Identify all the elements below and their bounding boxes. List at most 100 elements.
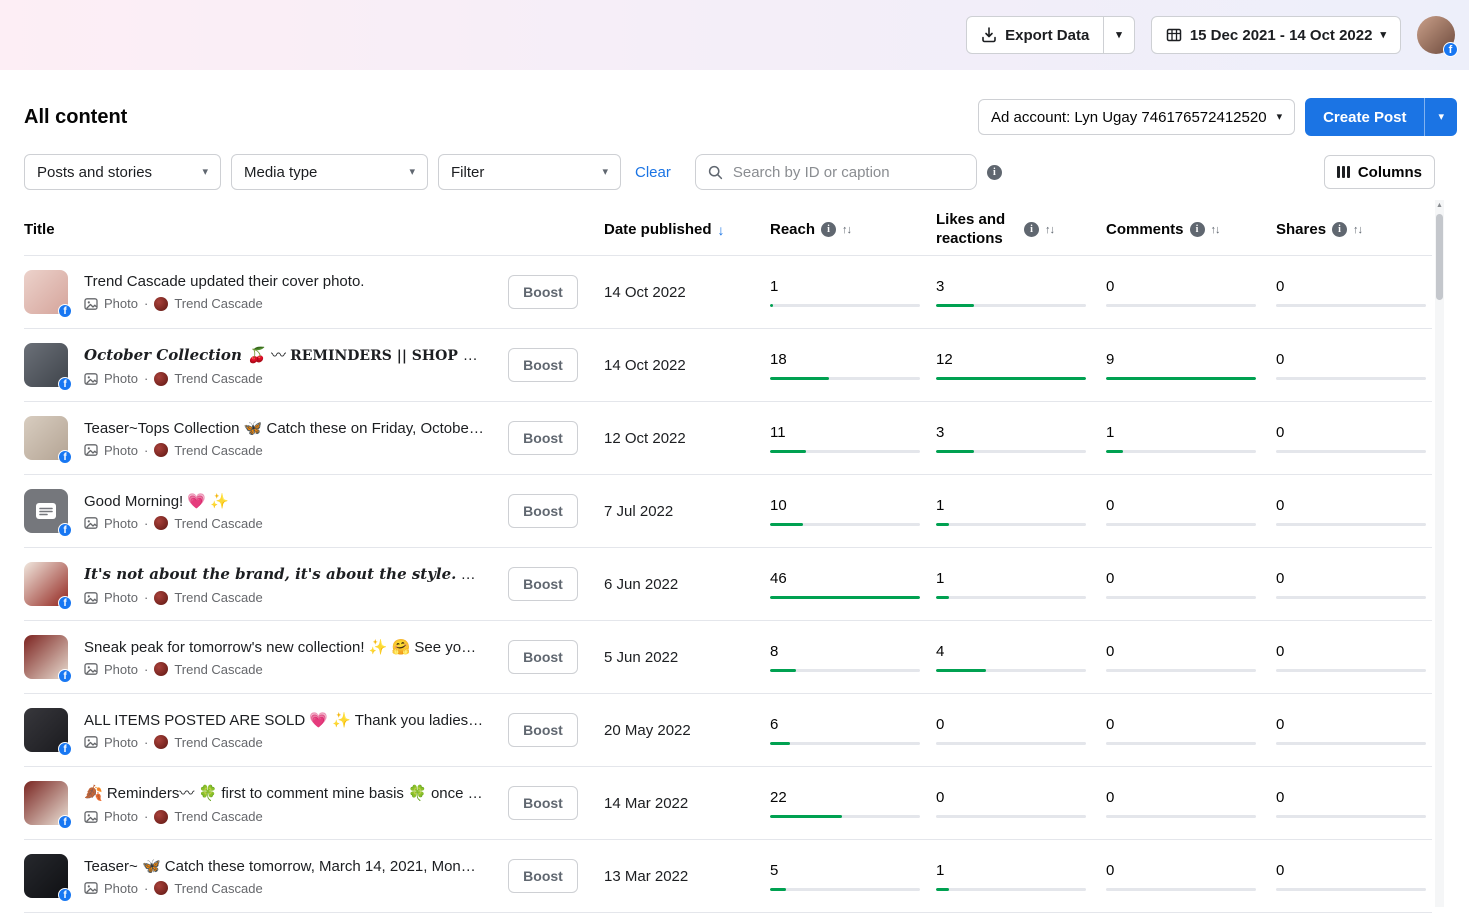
column-header-shares[interactable]: Shares i ↑↓ bbox=[1276, 221, 1432, 238]
ad-account-dropdown[interactable]: Ad account: Lyn Ugay 746176572412520 ▾ bbox=[978, 99, 1295, 135]
post-thumbnail[interactable]: f bbox=[24, 416, 68, 460]
post-account-label[interactable]: Trend Cascade bbox=[174, 735, 262, 750]
column-header-likes[interactable]: Likes and reactions i ↑↓ bbox=[936, 211, 1106, 249]
boost-button[interactable]: Boost bbox=[508, 640, 578, 674]
info-icon[interactable]: i bbox=[1190, 222, 1205, 237]
profile-avatar[interactable]: f bbox=[1417, 16, 1455, 54]
post-account-label[interactable]: Trend Cascade bbox=[174, 590, 262, 605]
chevron-down-icon: ▾ bbox=[409, 167, 415, 178]
info-icon[interactable]: i bbox=[1024, 222, 1039, 237]
post-thumbnail[interactable]: f bbox=[24, 781, 68, 825]
metric-cell-shares: 0 bbox=[1276, 424, 1432, 453]
post-account-label[interactable]: Trend Cascade bbox=[174, 881, 262, 896]
metric-cell-likes: 1 bbox=[936, 570, 1106, 599]
post-thumbnail[interactable]: f bbox=[24, 635, 68, 679]
metric-cell-shares: 0 bbox=[1276, 351, 1432, 380]
metric-value: 0 bbox=[1276, 643, 1432, 660]
boost-button[interactable]: Boost bbox=[508, 421, 578, 455]
boost-button[interactable]: Boost bbox=[508, 348, 578, 382]
column-header-date[interactable]: Date published ↓ bbox=[604, 221, 770, 238]
info-icon[interactable]: i bbox=[821, 222, 836, 237]
post-account-label[interactable]: Trend Cascade bbox=[174, 371, 262, 386]
metric-bar-fill bbox=[1106, 450, 1123, 453]
post-title[interactable]: 🍂 Reminders〰 🍀 first to comment mine bas… bbox=[84, 782, 484, 803]
filter-dropdown[interactable]: Filter ▾ bbox=[438, 154, 621, 190]
create-post-button[interactable]: Create Post bbox=[1305, 98, 1424, 136]
post-thumbnail[interactable]: f bbox=[24, 708, 68, 752]
export-data-button[interactable]: Export Data bbox=[967, 17, 1103, 53]
post-title[interactable]: It's not about the brand, it's about the… bbox=[84, 563, 484, 584]
info-icon[interactable]: i bbox=[1332, 222, 1347, 237]
columns-button[interactable]: Columns bbox=[1324, 155, 1435, 189]
post-title[interactable]: ALL ITEMS POSTED ARE SOLD 💗 ✨ Thank you … bbox=[84, 711, 484, 729]
boost-button[interactable]: Boost bbox=[508, 494, 578, 528]
post-type-label: Photo bbox=[104, 371, 138, 386]
title-cell: f October Collection 🍒 〰 REMINDERS || SH… bbox=[24, 343, 508, 387]
scrollbar[interactable]: ▲ bbox=[1435, 200, 1444, 907]
metric-bar-track bbox=[936, 815, 1086, 818]
metric-cell-likes: 1 bbox=[936, 862, 1106, 891]
metric-cell-comments: 0 bbox=[1106, 570, 1276, 599]
metric-cell-comments: 0 bbox=[1106, 643, 1276, 672]
scroll-up-icon[interactable]: ▲ bbox=[1435, 202, 1444, 209]
info-icon[interactable]: i bbox=[987, 165, 1002, 180]
boost-button[interactable]: Boost bbox=[508, 859, 578, 893]
metric-bar-track bbox=[770, 888, 920, 891]
boost-button[interactable]: Boost bbox=[508, 713, 578, 747]
scrollbar-thumb[interactable] bbox=[1436, 214, 1443, 300]
sort-icon[interactable]: ↑↓ bbox=[1353, 224, 1362, 236]
post-thumbnail[interactable]: f bbox=[24, 489, 68, 533]
post-title[interactable]: Trend Cascade updated their cover photo. bbox=[84, 273, 364, 290]
metric-value: 0 bbox=[1276, 570, 1432, 587]
metric-bar-track bbox=[936, 742, 1086, 745]
column-header-comments[interactable]: Comments i ↑↓ bbox=[1106, 221, 1276, 238]
column-header-title[interactable]: Title bbox=[24, 221, 508, 238]
clear-filters-link[interactable]: Clear bbox=[635, 164, 671, 181]
search-input[interactable] bbox=[731, 163, 964, 182]
boost-button[interactable]: Boost bbox=[508, 786, 578, 820]
post-title[interactable]: Teaser~Tops Collection 🦋 Catch these on … bbox=[84, 419, 484, 437]
export-options-button[interactable]: ▾ bbox=[1103, 17, 1134, 53]
boost-cell: Boost bbox=[508, 567, 604, 601]
post-thumbnail[interactable]: f bbox=[24, 562, 68, 606]
post-title[interactable]: Teaser~ 🦋 Catch these tomorrow, March 14… bbox=[84, 857, 484, 875]
post-account-label[interactable]: Trend Cascade bbox=[174, 809, 262, 824]
sort-icon[interactable]: ↑↓ bbox=[1045, 224, 1054, 236]
boost-button[interactable]: Boost bbox=[508, 275, 578, 309]
post-thumbnail[interactable]: f bbox=[24, 343, 68, 387]
chevron-down-icon: ▾ bbox=[1277, 112, 1283, 123]
metric-bar-track bbox=[1276, 377, 1426, 380]
metric-bar-track bbox=[936, 377, 1086, 380]
post-account-label[interactable]: Trend Cascade bbox=[174, 516, 262, 531]
boost-cell: Boost bbox=[508, 494, 604, 528]
post-title[interactable]: October Collection 🍒 〰 REMINDERS || SHOP… bbox=[84, 344, 484, 365]
metric-value: 0 bbox=[1276, 497, 1432, 514]
post-thumbnail[interactable]: f bbox=[24, 270, 68, 314]
boost-button[interactable]: Boost bbox=[508, 567, 578, 601]
post-title[interactable]: Sneak peak for tomorrow's new collection… bbox=[84, 638, 484, 656]
metric-value: 10 bbox=[770, 497, 936, 514]
post-title[interactable]: Good Morning! 💗 ✨ bbox=[84, 492, 263, 510]
post-thumbnail[interactable]: f bbox=[24, 854, 68, 898]
date-range-button[interactable]: 15 Dec 2021 - 14 Oct 2022 ▾ bbox=[1151, 16, 1401, 54]
metric-value: 3 bbox=[936, 424, 1106, 441]
post-account-label[interactable]: Trend Cascade bbox=[174, 296, 262, 311]
table-row: f Sneak peak for tomorrow's new collecti… bbox=[24, 621, 1432, 694]
facebook-badge-icon: f bbox=[58, 377, 72, 391]
sort-icon[interactable]: ↑↓ bbox=[1211, 224, 1220, 236]
create-post-options-button[interactable]: ▾ bbox=[1424, 98, 1457, 136]
column-header-reach[interactable]: Reach i ↑↓ bbox=[770, 221, 936, 238]
content-type-dropdown[interactable]: Posts and stories ▾ bbox=[24, 154, 221, 190]
metric-value: 0 bbox=[1106, 789, 1276, 806]
post-meta: Photo · Trend Cascade bbox=[84, 590, 484, 605]
meta-separator: · bbox=[144, 371, 148, 386]
media-type-dropdown[interactable]: Media type ▾ bbox=[231, 154, 428, 190]
post-account-label[interactable]: Trend Cascade bbox=[174, 443, 262, 458]
title-cell: f Good Morning! 💗 ✨ Photo · Trend Cascad… bbox=[24, 489, 508, 533]
post-account-label[interactable]: Trend Cascade bbox=[174, 662, 262, 677]
sort-icon[interactable]: ↑↓ bbox=[842, 224, 851, 236]
post-meta: Photo · Trend Cascade bbox=[84, 371, 484, 386]
metric-bar-track bbox=[770, 669, 920, 672]
metric-value: 0 bbox=[1276, 716, 1432, 733]
post-date: 12 Oct 2022 bbox=[604, 430, 770, 447]
